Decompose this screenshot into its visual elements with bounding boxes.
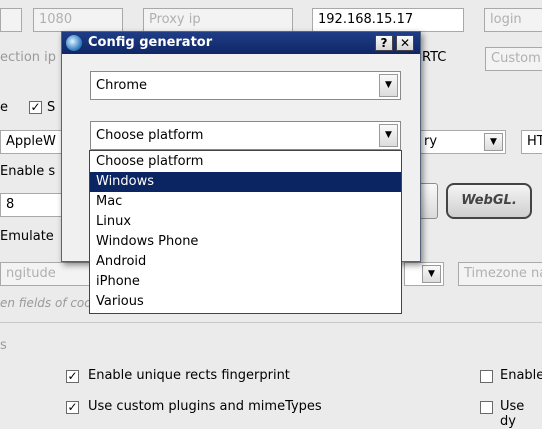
timezone-select-arrow[interactable]: ▼ bbox=[404, 262, 444, 286]
ip-value: 192.168.15.17 bbox=[318, 12, 414, 27]
chevron-down-icon[interactable]: ▼ bbox=[379, 74, 398, 97]
enable-s-label: Enable s bbox=[0, 164, 56, 179]
login-field[interactable]: login bbox=[484, 8, 542, 32]
browser-select[interactable]: Chrome ▼ bbox=[90, 71, 401, 100]
num-value: 8 bbox=[6, 197, 15, 212]
close-button[interactable]: ✕ bbox=[396, 35, 414, 51]
left-check-s-label: S bbox=[47, 100, 56, 115]
user-agent-field[interactable]: AppleW bbox=[0, 130, 62, 154]
platform-option[interactable]: Windows bbox=[90, 172, 401, 192]
webrtc-select-value: Custom bbox=[491, 51, 541, 66]
timezone-placeholder: Timezone na bbox=[464, 266, 542, 281]
chevron-down-icon[interactable]: ▼ bbox=[379, 124, 398, 147]
platform-value: Choose platform bbox=[96, 128, 204, 143]
plugins-checkbox[interactable]: ✓ bbox=[66, 401, 79, 414]
left-checkbox[interactable]: ✓ bbox=[29, 101, 42, 114]
dialog-title: Config generator bbox=[88, 35, 213, 50]
proxy-ip-placeholder: Proxy ip bbox=[149, 12, 201, 27]
section-divider bbox=[0, 322, 542, 323]
webgl-button[interactable]: WebGL. bbox=[446, 183, 532, 219]
section-label: s bbox=[0, 338, 7, 353]
chevron-down-icon[interactable]: ▼ bbox=[422, 265, 441, 283]
platform-option[interactable]: iPhone bbox=[90, 272, 401, 292]
webrtc-select[interactable]: Custom bbox=[485, 47, 542, 71]
proxy-ip-field[interactable]: Proxy ip bbox=[143, 8, 293, 32]
right-label-1: Enable bbox=[500, 368, 542, 383]
ht-field[interactable]: HT bbox=[521, 130, 542, 154]
app-icon bbox=[66, 35, 82, 51]
ip-field[interactable]: 192.168.15.17 bbox=[312, 8, 464, 32]
platform-option[interactable]: Windows Phone bbox=[90, 232, 401, 252]
left-label-e: e bbox=[0, 100, 8, 115]
platform-select[interactable]: Choose platform ▼ bbox=[90, 121, 401, 150]
rects-label: Enable unique rects fingerprint bbox=[88, 368, 290, 383]
port-value: 1080 bbox=[39, 12, 73, 27]
right-label-2: Use dy bbox=[500, 399, 525, 429]
dialog-titlebar[interactable]: Config generator ? ✕ bbox=[62, 32, 420, 54]
connection-ip-label: ection ip bbox=[0, 50, 57, 65]
right-checkbox-1[interactable] bbox=[480, 370, 493, 383]
pre-port-field[interactable] bbox=[0, 8, 22, 32]
platform-option[interactable]: Choose platform bbox=[90, 152, 401, 172]
platform-dropdown-list: Choose platform Windows Mac Linux Windows Ph… bbox=[89, 150, 402, 314]
apple-value: AppleW bbox=[6, 134, 56, 149]
platform-option[interactable]: Mac bbox=[90, 192, 401, 212]
longitude-placeholder: ngitude bbox=[6, 266, 56, 281]
login-placeholder: login bbox=[490, 12, 522, 27]
webgl-label: WebGL. bbox=[461, 193, 517, 208]
chevron-down-icon[interactable]: ▼ bbox=[484, 133, 503, 151]
port-field[interactable]: 1080 bbox=[33, 8, 123, 32]
emulate-label: Emulate bbox=[0, 229, 54, 244]
longitude-field[interactable]: ngitude bbox=[0, 262, 90, 286]
browser-value: Chrome bbox=[96, 78, 147, 93]
number-field[interactable]: 8 bbox=[0, 193, 62, 217]
platform-option[interactable]: Linux bbox=[90, 212, 401, 232]
plugins-label: Use custom plugins and mimeTypes bbox=[88, 399, 322, 414]
rects-checkbox[interactable]: ✓ bbox=[66, 370, 79, 383]
platform-option[interactable]: Various bbox=[90, 292, 401, 312]
timezone-field[interactable]: Timezone na bbox=[458, 262, 542, 286]
hint-text: en fields of coo bbox=[0, 296, 92, 310]
webrtc-label: RTC bbox=[422, 50, 447, 65]
ht-value: HT bbox=[527, 134, 542, 149]
right-checkbox-2[interactable] bbox=[480, 401, 493, 414]
platform-option[interactable]: Android bbox=[90, 252, 401, 272]
help-button[interactable]: ? bbox=[375, 35, 393, 51]
